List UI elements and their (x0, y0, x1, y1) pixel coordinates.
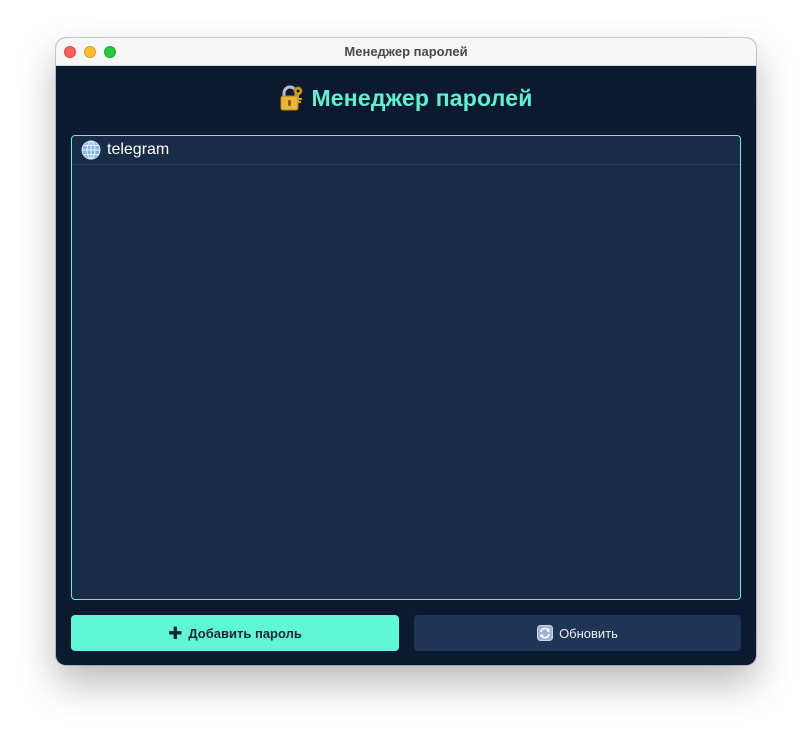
title-bar[interactable]: Менеджер паролей (56, 38, 756, 66)
app-title: Менеджер паролей (311, 84, 533, 111)
list-item-label: telegram (107, 141, 170, 158)
refresh-label: Обновить (559, 625, 618, 641)
locked-with-key-icon (279, 85, 303, 111)
refresh-icon (537, 625, 554, 641)
add-password-button[interactable]: ✚ Добавить пароль (71, 615, 399, 651)
globe-icon (81, 140, 101, 160)
app-header: Менеджер паролей (56, 82, 756, 114)
password-list[interactable]: telegram (71, 135, 741, 600)
app-window: Менеджер паролей Менеджер паролей telegr… (56, 38, 756, 665)
plus-icon: ✚ (168, 623, 183, 643)
window-title: Менеджер паролей (344, 44, 468, 59)
refresh-button[interactable]: Обновить (414, 615, 741, 651)
add-password-label: Добавить пароль (188, 625, 302, 641)
list-item[interactable]: telegram (72, 136, 740, 165)
